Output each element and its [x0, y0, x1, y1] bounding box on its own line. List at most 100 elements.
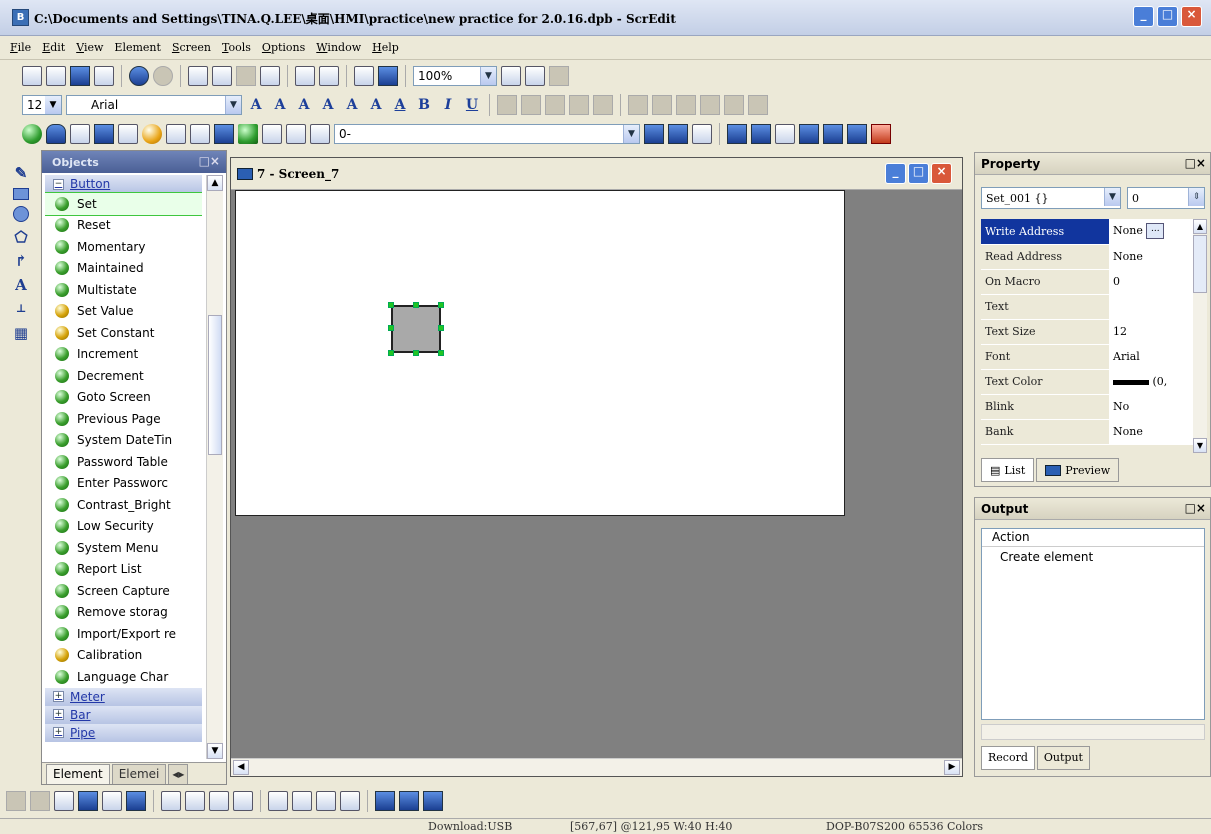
underline-icon[interactable]: U [462, 97, 482, 113]
chevron-down-icon[interactable]: ▼ [1104, 188, 1120, 206]
tab-scroll-icon[interactable]: ◂▸ [168, 764, 189, 784]
trend-element-icon[interactable] [262, 124, 282, 144]
screen-minimize-button[interactable]: _ [885, 163, 906, 184]
scroll-down-icon[interactable]: ▼ [207, 743, 223, 759]
list-item[interactable]: Maintained [45, 258, 202, 280]
list-item[interactable]: Low Security [45, 516, 202, 538]
scroll-left-icon[interactable]: ◀ [233, 760, 249, 775]
italic-icon[interactable]: I [438, 97, 458, 113]
tab-record[interactable]: Record [981, 746, 1035, 770]
download-icon[interactable] [727, 124, 747, 144]
backward-icon[interactable] [126, 791, 146, 811]
collapse-icon[interactable]: − [53, 178, 64, 190]
resize-handle[interactable] [388, 325, 394, 331]
tab-element[interactable]: Element [46, 764, 110, 784]
keypad-element-icon[interactable] [310, 124, 330, 144]
tab-preview[interactable]: Preview [1036, 458, 1120, 482]
tab-output[interactable]: Output [1036, 746, 1090, 770]
menu-tools[interactable]: Tools [222, 41, 251, 54]
send-back-icon[interactable] [78, 791, 98, 811]
screen-info-icon[interactable] [668, 124, 688, 144]
numeric-display-icon[interactable] [166, 124, 186, 144]
lamp-element-icon[interactable] [142, 124, 162, 144]
find-icon[interactable] [260, 66, 280, 86]
chevron-down-icon[interactable]: ▼ [225, 96, 241, 114]
bold-icon[interactable]: B [414, 97, 434, 113]
print-icon[interactable] [354, 66, 374, 86]
upload-icon[interactable] [751, 124, 771, 144]
stop-simulate-icon[interactable] [871, 124, 891, 144]
zoom-fit-icon[interactable] [549, 66, 569, 86]
tab-list[interactable]: ▤ List [981, 458, 1035, 482]
tab-element-2[interactable]: Elemei [111, 764, 167, 784]
zoom-select[interactable]: 100% ▼ [413, 66, 497, 86]
align-bottom-edge-icon[interactable] [233, 791, 253, 811]
scroll-right-icon[interactable]: ▶ [944, 760, 960, 775]
list-item[interactable]: Goto Screen [45, 387, 202, 409]
button-element-icon[interactable] [22, 124, 42, 144]
close-button[interactable]: × [1181, 6, 1202, 27]
forward-icon[interactable] [102, 791, 122, 811]
property-value[interactable]: None ... [1109, 219, 1193, 245]
open-file-icon[interactable] [46, 66, 66, 86]
screen-properties-icon[interactable] [644, 124, 664, 144]
ungroup-icon[interactable] [748, 95, 768, 115]
align-bottom-text-icon[interactable]: A [366, 97, 386, 113]
maximize-button[interactable]: □ [1157, 6, 1178, 27]
property-value[interactable]: None [1109, 244, 1193, 270]
list-item[interactable]: System DateTin [45, 430, 202, 452]
text-icon[interactable]: A [12, 276, 30, 294]
property-row[interactable]: Text Size 12 [981, 319, 1193, 345]
align-center-icon[interactable] [545, 95, 565, 115]
menu-screen[interactable]: Screen [172, 41, 211, 54]
list-item[interactable]: Screen Capture [45, 580, 202, 602]
panel-close-icon[interactable]: □× [1185, 156, 1206, 170]
app-icon[interactable]: B [12, 9, 29, 26]
scroll-thumb[interactable] [208, 315, 222, 455]
group-icon[interactable] [724, 95, 744, 115]
expand-icon[interactable]: + [53, 691, 64, 702]
align-right-icon[interactable] [569, 95, 589, 115]
undo-icon[interactable] [129, 66, 149, 86]
scroll-thumb[interactable] [1193, 235, 1207, 293]
list-item[interactable]: Create element [982, 547, 1204, 567]
resize-handle[interactable] [388, 350, 394, 356]
line-style-icon[interactable] [497, 95, 517, 115]
list-item[interactable]: Password Table [45, 451, 202, 473]
output-hscrollbar[interactable] [981, 724, 1205, 740]
offline-simulate-icon[interactable] [847, 124, 867, 144]
arc-icon[interactable]: ↱ [12, 252, 30, 270]
alarm-element-icon[interactable] [286, 124, 306, 144]
group-bar[interactable]: + Bar [45, 705, 202, 724]
import-icon[interactable] [94, 66, 114, 86]
screen-open-icon[interactable] [319, 66, 339, 86]
property-row[interactable]: Bank None [981, 419, 1193, 445]
list-item[interactable]: Remove storag [45, 602, 202, 624]
element-select[interactable]: 0- ▼ [334, 124, 640, 144]
design-canvas[interactable] [235, 190, 845, 516]
screen-new-icon[interactable] [295, 66, 315, 86]
scroll-down-icon[interactable]: ▼ [1193, 438, 1207, 453]
list-item[interactable]: Import/Export re [45, 623, 202, 645]
list-item[interactable]: Enter Passworc [45, 473, 202, 495]
property-value[interactable]: None [1109, 419, 1193, 445]
scale-icon[interactable]: ⊥ [12, 300, 30, 318]
property-row[interactable]: Write Address None ... [981, 219, 1193, 245]
list-item[interactable]: Report List [45, 559, 202, 581]
chevron-down-icon[interactable]: ▼ [45, 96, 61, 114]
space-evenly-icon[interactable] [423, 791, 443, 811]
align-right-text-icon[interactable]: A [294, 97, 314, 113]
resize-handle[interactable] [438, 302, 444, 308]
property-row[interactable]: Blink No [981, 394, 1193, 420]
resize-handle[interactable] [438, 325, 444, 331]
sampling-element-icon[interactable] [118, 124, 138, 144]
copy-icon[interactable] [212, 66, 232, 86]
distribute-h-icon[interactable] [375, 791, 395, 811]
align-left-edge-icon[interactable] [161, 791, 181, 811]
scroll-up-icon[interactable]: ▲ [207, 175, 223, 191]
font-name-select[interactable]: ▼ Arial ▼ [45, 95, 242, 115]
same-size-icon[interactable] [316, 791, 336, 811]
rectangle-icon[interactable] [13, 188, 29, 200]
list-item[interactable]: System Menu [45, 537, 202, 559]
state-stepper[interactable]: 0 ⇕ [1127, 187, 1205, 209]
